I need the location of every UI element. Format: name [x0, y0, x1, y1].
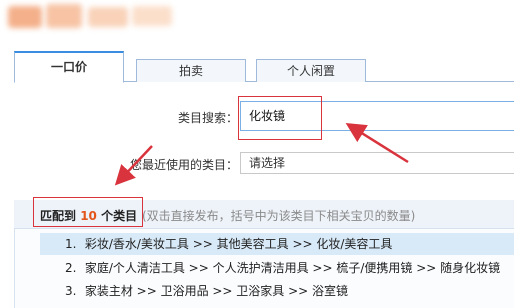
arrow-to-match-count [114, 145, 153, 186]
annotation-arrows [114, 123, 409, 186]
arrow-to-search [345, 123, 409, 164]
